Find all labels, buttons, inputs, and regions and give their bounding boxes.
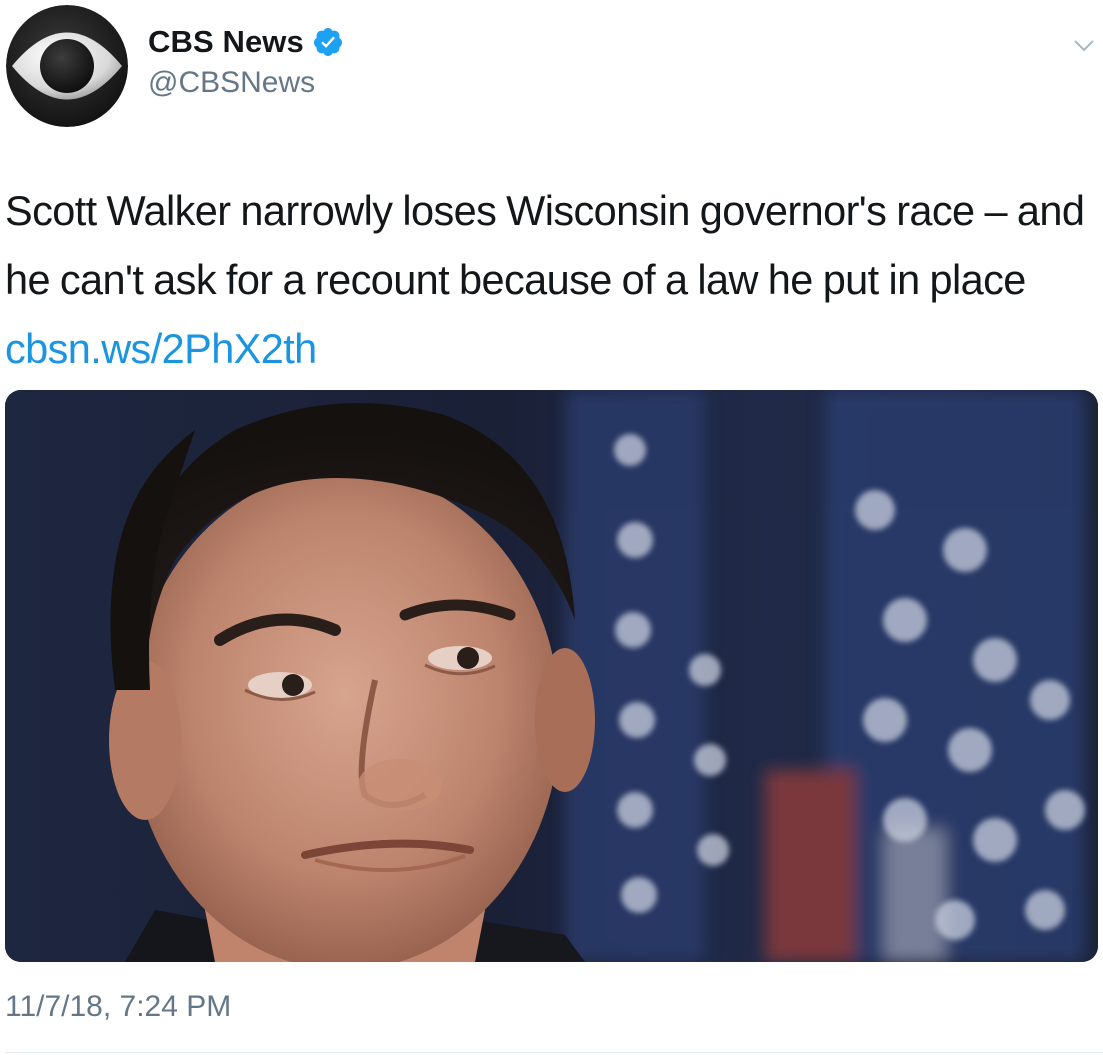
cbs-eye-logo-icon — [6, 5, 128, 127]
avatar[interactable] — [6, 5, 128, 127]
divider — [5, 1052, 1103, 1053]
tweet-text-body: Scott Walker narrowly loses Wisconsin go… — [5, 187, 1085, 303]
name-row: CBS News — [148, 22, 344, 62]
tweet-timestamp[interactable]: 11/7/18, 7:24 PM — [5, 990, 231, 1024]
tweet-media-image[interactable] — [5, 390, 1098, 962]
display-name[interactable]: CBS News — [148, 24, 304, 60]
tweet-text: Scott Walker narrowly loses Wisconsin go… — [5, 176, 1100, 383]
account-handle[interactable]: @CBSNews — [148, 66, 344, 100]
account-names: CBS News @CBSNews — [148, 22, 344, 100]
tweet-card: CBS News @CBSNews Scott Walker narrowly … — [0, 0, 1103, 1055]
photo-illustration — [5, 390, 1098, 962]
tweet-link[interactable]: cbsn.ws/2PhX2th — [5, 325, 317, 372]
chevron-down-icon[interactable] — [1073, 38, 1095, 54]
verified-badge-icon — [312, 26, 344, 58]
tweet-header: CBS News @CBSNews — [0, 0, 1103, 140]
